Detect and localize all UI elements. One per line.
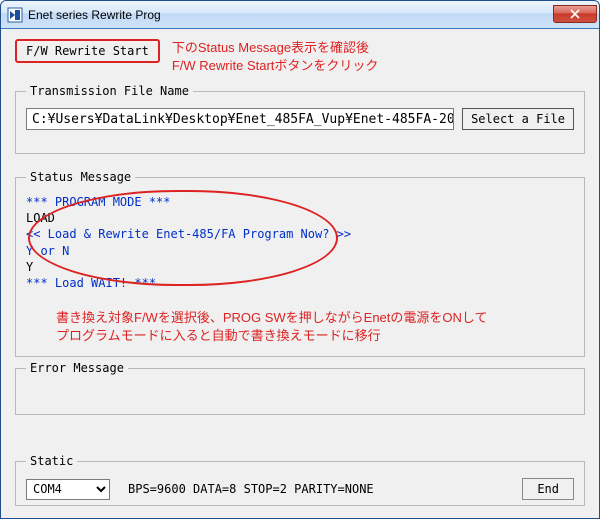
- annotation-mid-line1: 書き換え対象F/Wを選択後、PROG SWを押しながらEnetの電源をONして: [56, 309, 574, 327]
- static-legend: Static: [26, 454, 77, 468]
- fw-rewrite-start-button[interactable]: F/W Rewrite Start: [15, 39, 160, 63]
- status-line: *** Load WAIT! ***: [26, 275, 574, 291]
- status-line: LOAD: [26, 210, 574, 226]
- annotation-top-line2: F/W Rewrite Startボタンをクリック: [172, 57, 379, 75]
- end-button[interactable]: End: [522, 478, 574, 500]
- app-window: Enet series Rewrite Prog F/W Rewrite Sta…: [0, 0, 600, 519]
- status-text: *** PROGRAM MODE *** LOAD << Load & Rewr…: [26, 194, 574, 291]
- status-line: Y or N: [26, 243, 574, 259]
- select-file-button[interactable]: Select a File: [462, 108, 574, 130]
- client-area: F/W Rewrite Start 下のStatus Message表示を確認後…: [1, 29, 599, 518]
- annotation-top-line1: 下のStatus Message表示を確認後: [172, 39, 379, 57]
- error-message-legend: Error Message: [26, 361, 128, 375]
- close-button[interactable]: [553, 5, 597, 23]
- static-group: Static COM4 BPS=9600 DATA=8 STOP=2 PARIT…: [15, 454, 585, 506]
- status-line: *** PROGRAM MODE ***: [26, 194, 574, 210]
- transmission-file-group: Transmission File Name C:¥Users¥DataLink…: [15, 84, 585, 154]
- transmission-file-legend: Transmission File Name: [26, 84, 193, 98]
- window-title: Enet series Rewrite Prog: [28, 8, 553, 22]
- file-path-input[interactable]: C:¥Users¥DataLink¥Desktop¥Enet_485FA_Vup…: [26, 108, 454, 130]
- serial-params: BPS=9600 DATA=8 STOP=2 PARITY=NONE: [128, 482, 374, 496]
- status-line: Y: [26, 259, 574, 275]
- status-line: << Load & Rewrite Enet-485/FA Program No…: [26, 226, 574, 242]
- app-icon: [7, 7, 23, 23]
- error-message-group: Error Message: [15, 361, 585, 415]
- annotation-mid-line2: プログラムモードに入ると自動で書き換えモードに移行: [56, 327, 574, 345]
- title-bar: Enet series Rewrite Prog: [1, 1, 599, 29]
- status-message-legend: Status Message: [26, 170, 135, 184]
- status-message-group: Status Message *** PROGRAM MODE *** LOAD…: [15, 170, 585, 357]
- annotation-middle: 書き換え対象F/Wを選択後、PROG SWを押しながらEnetの電源をONして …: [56, 309, 574, 344]
- com-port-select[interactable]: COM4: [26, 479, 110, 500]
- annotation-top: 下のStatus Message表示を確認後 F/W Rewrite Start…: [172, 39, 379, 74]
